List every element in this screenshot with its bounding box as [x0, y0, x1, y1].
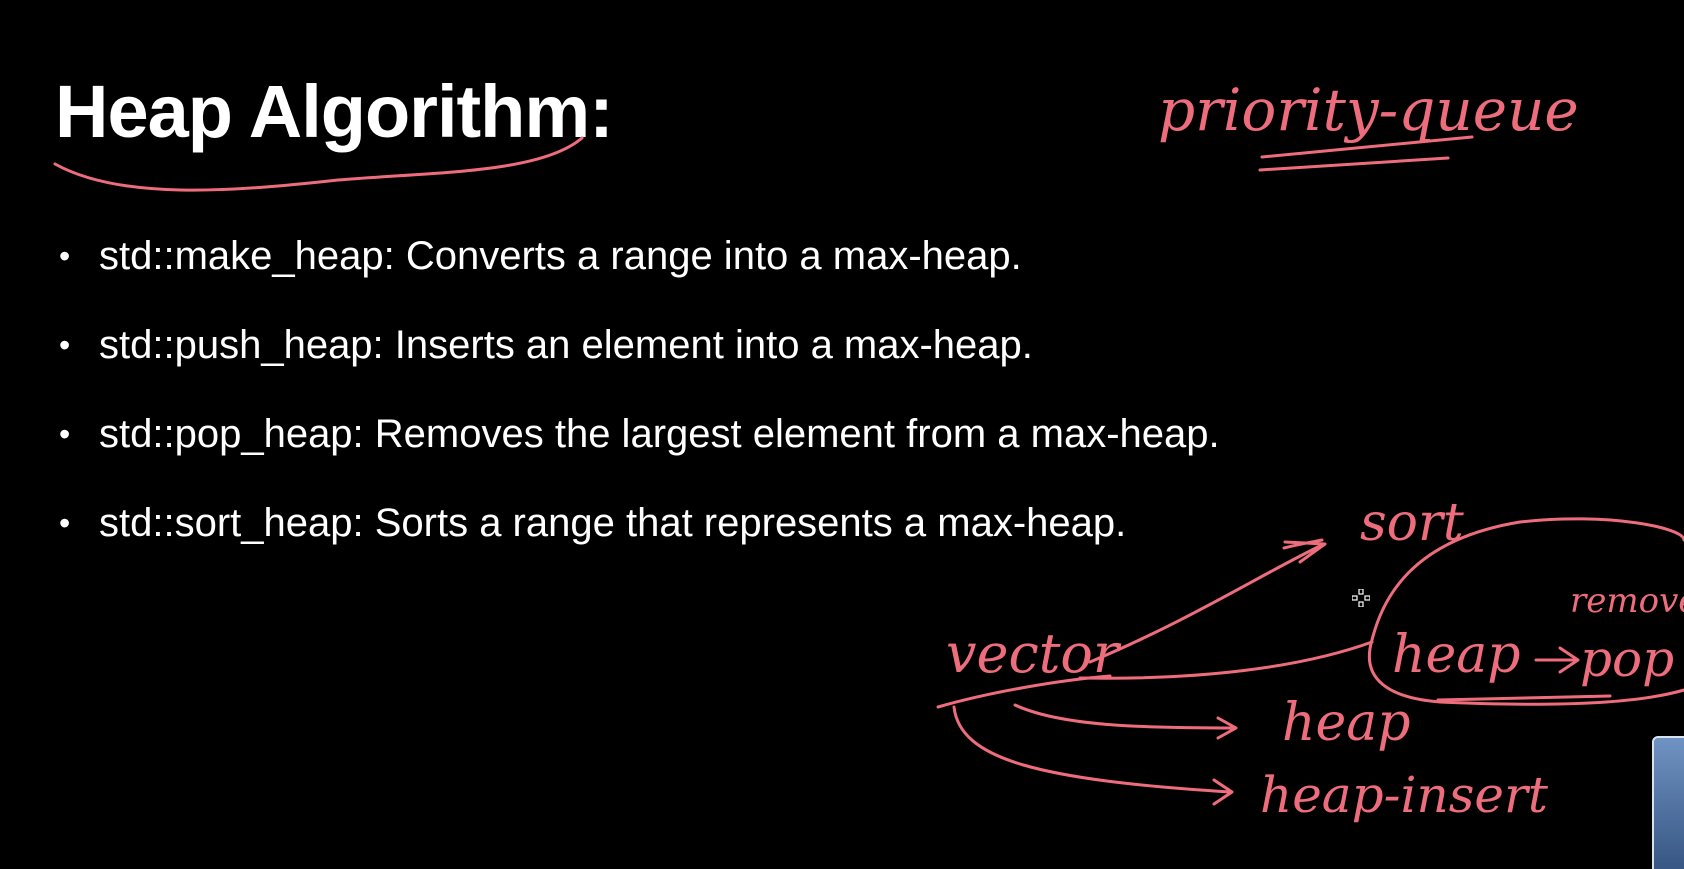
annotation-heap-in-loop: heap	[1392, 625, 1521, 685]
annotation-heap: heap	[1282, 693, 1411, 753]
crosshair-cursor-icon	[1352, 589, 1370, 607]
arrow-to-heap	[1013, 703, 1238, 740]
title-underline-stroke	[53, 136, 584, 192]
annotation-vector: vector	[946, 622, 1122, 685]
annotation-priority-queue: priority-queue	[1158, 76, 1579, 144]
arrow-heap-to-pop	[1534, 646, 1580, 674]
handwritten-annotations: priority-queue sort vector heap pop remo…	[53, 76, 1684, 824]
annotation-remove: remove	[1570, 581, 1684, 621]
annotation-heap-insert: heap-insert	[1260, 766, 1549, 824]
arrow-to-sort	[1088, 543, 1324, 664]
pop-underline	[1436, 694, 1612, 702]
video-thumbnail-corner	[1652, 736, 1684, 869]
priority-queue-underline-2	[1258, 156, 1450, 172]
arrow-to-heap-insert	[952, 705, 1234, 806]
annotation-pop: pop	[1580, 630, 1674, 688]
presentation-slide: Heap Algorithm: • std::make_heap: Conver…	[0, 0, 1684, 869]
